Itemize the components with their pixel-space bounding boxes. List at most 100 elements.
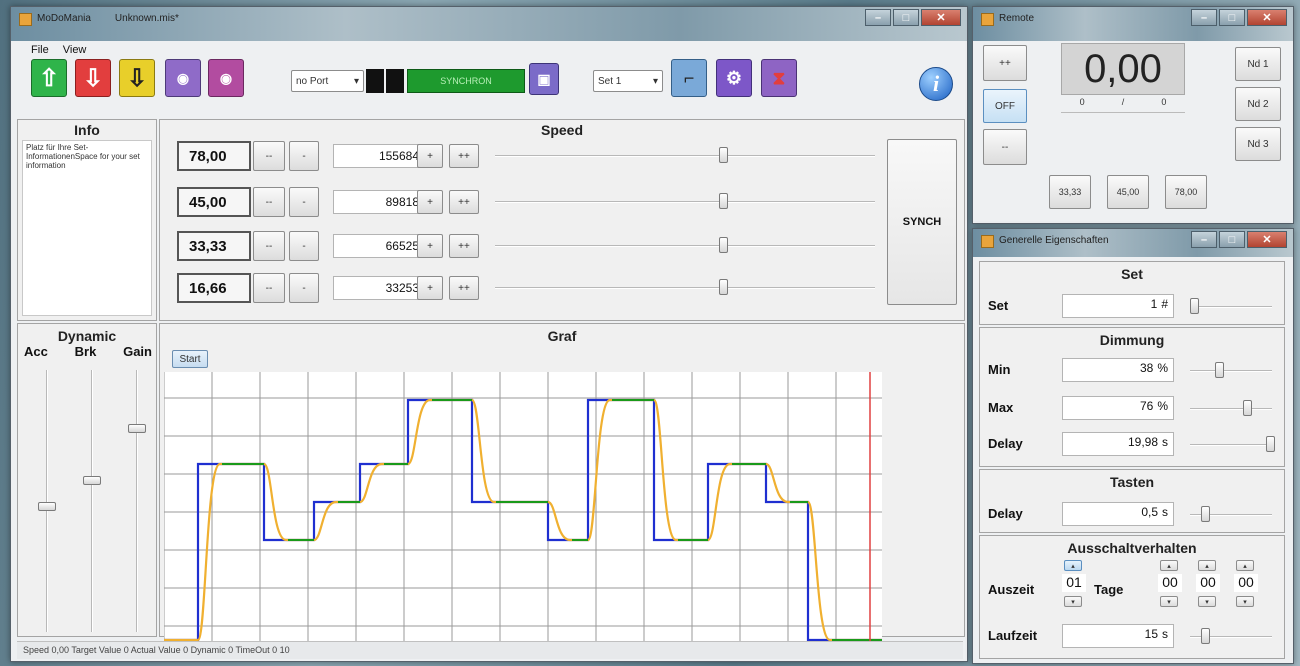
info-textbox[interactable]: Platz für Ihre Set-InformationenSpace fo… bbox=[22, 140, 152, 316]
speed-inc1-button-0[interactable]: + bbox=[417, 144, 443, 168]
minutes-value[interactable]: 00 bbox=[1196, 574, 1220, 592]
speed-count-field-2[interactable]: 66525 bbox=[333, 234, 425, 258]
remote-titlebar[interactable]: Remote – □ ✕ bbox=[973, 7, 1293, 41]
speed-slider-3[interactable] bbox=[719, 279, 728, 295]
remote-close-button[interactable]: ✕ bbox=[1247, 9, 1287, 26]
remote-maximize-button[interactable]: □ bbox=[1219, 9, 1245, 26]
speed-dec2-button-3[interactable]: -- bbox=[253, 273, 285, 303]
speed-dec2-button-1[interactable]: -- bbox=[253, 187, 285, 217]
menu-file[interactable]: File bbox=[31, 44, 49, 56]
speed-value-0: 78,00 bbox=[177, 141, 251, 171]
device-icon[interactable]: ▣ bbox=[529, 63, 559, 95]
set-field[interactable]: 1 # bbox=[1062, 294, 1174, 318]
ausschalt-title: Ausschaltverhalten bbox=[1067, 540, 1197, 556]
status-bar: Speed 0,00 Target Value 0 Actual Value 0… bbox=[17, 641, 963, 659]
synch-button[interactable]: SYNCH bbox=[887, 139, 957, 305]
seconds-down-button[interactable]: ▾ bbox=[1236, 596, 1254, 607]
speed-dec2-button-2[interactable]: -- bbox=[253, 231, 285, 261]
speed-inc1-button-3[interactable]: + bbox=[417, 276, 443, 300]
remote-off-button[interactable]: OFF bbox=[983, 89, 1027, 123]
gain-slider[interactable] bbox=[128, 423, 146, 433]
max-slider[interactable] bbox=[1243, 400, 1253, 416]
seconds-up-button[interactable]: ▴ bbox=[1236, 560, 1254, 571]
download-icon[interactable]: ⇩ bbox=[75, 59, 111, 97]
gears-icon[interactable]: ⚙ bbox=[716, 59, 752, 97]
minutes-down-button[interactable]: ▾ bbox=[1198, 596, 1216, 607]
download-rpm-icon[interactable]: ⇩ bbox=[119, 59, 155, 97]
main-titlebar[interactable]: MoDoMania Unknown.mis* – □ ✕ bbox=[11, 7, 967, 41]
days-down-button[interactable]: ▾ bbox=[1064, 596, 1082, 607]
days-up-button[interactable]: ▴ bbox=[1064, 560, 1082, 571]
turntable-config-icon[interactable]: ◉ bbox=[208, 59, 244, 97]
speed-33-button[interactable]: 33,33 bbox=[1049, 175, 1091, 209]
speed-slider-2[interactable] bbox=[719, 237, 728, 253]
min-slider[interactable] bbox=[1214, 362, 1224, 378]
remote-minimize-button[interactable]: – bbox=[1191, 9, 1217, 26]
min-field[interactable]: 38% bbox=[1062, 358, 1174, 382]
speed-inc2-button-1[interactable]: ++ bbox=[449, 190, 479, 214]
dimmung-title: Dimmung bbox=[1099, 332, 1165, 348]
speed-dec1-button-1[interactable]: - bbox=[289, 187, 319, 217]
remote-display: 0,00 bbox=[1061, 43, 1185, 95]
hours-value[interactable]: 00 bbox=[1158, 574, 1182, 592]
speed-dec2-button-0[interactable]: -- bbox=[253, 141, 285, 171]
tasten-delay-slider[interactable] bbox=[1200, 506, 1210, 522]
speed-count-field-1[interactable]: 89818 bbox=[333, 190, 425, 214]
days-value[interactable]: 01 bbox=[1062, 574, 1086, 592]
speed-78-button[interactable]: 78,00 bbox=[1165, 175, 1207, 209]
maximize-button[interactable]: □ bbox=[893, 9, 919, 26]
tonearm-icon[interactable]: ⌐ bbox=[671, 59, 707, 97]
turntable-xyz-icon[interactable]: ◉ bbox=[165, 59, 201, 97]
speed-inc1-button-1[interactable]: + bbox=[417, 190, 443, 214]
minutes-up-button[interactable]: ▴ bbox=[1198, 560, 1216, 571]
hours-up-button[interactable]: ▴ bbox=[1160, 560, 1178, 571]
remote-minus-button[interactable]: -- bbox=[983, 129, 1027, 165]
properties-titlebar[interactable]: Generelle Eigenschaften – □ ✕ bbox=[973, 229, 1293, 257]
start-button[interactable]: Start bbox=[172, 350, 208, 368]
dim-delay-field[interactable]: 19,98 s bbox=[1062, 432, 1174, 456]
max-field[interactable]: 76% bbox=[1062, 396, 1174, 420]
set-slider[interactable] bbox=[1190, 298, 1200, 314]
info-icon[interactable]: i bbox=[919, 67, 953, 101]
synchron-indicator: SYNCHRON bbox=[407, 69, 525, 93]
speed-count-field-0[interactable]: 155684 bbox=[333, 144, 425, 168]
speed-count-field-3[interactable]: 33253 bbox=[333, 276, 425, 300]
minimize-button[interactable]: – bbox=[865, 9, 891, 26]
speed-slider-0[interactable] bbox=[719, 147, 728, 163]
speed-slider-1[interactable] bbox=[719, 193, 728, 209]
chevron-down-icon: ▾ bbox=[652, 75, 658, 87]
remote-plusplus-button[interactable]: ++ bbox=[983, 45, 1027, 81]
set-select[interactable]: Set 1 ▾ bbox=[593, 70, 663, 92]
set-section: Set Set 1 # bbox=[979, 261, 1285, 325]
props-minimize-button[interactable]: – bbox=[1191, 231, 1217, 248]
speed-45-button[interactable]: 45,00 bbox=[1107, 175, 1149, 209]
nd3-button[interactable]: Nd 3 bbox=[1235, 127, 1281, 161]
speed-dec1-button-3[interactable]: - bbox=[289, 273, 319, 303]
speed-inc1-button-2[interactable]: + bbox=[417, 234, 443, 258]
speed-value-1: 45,00 bbox=[177, 187, 251, 217]
speed-inc2-button-2[interactable]: ++ bbox=[449, 234, 479, 258]
min-label: Min bbox=[988, 362, 1011, 377]
speed-dec1-button-2[interactable]: - bbox=[289, 231, 319, 261]
port-select[interactable]: no Port ▾ bbox=[291, 70, 364, 92]
upload-icon[interactable]: ⇧ bbox=[31, 59, 67, 97]
seconds-value[interactable]: 00 bbox=[1234, 574, 1258, 592]
speed-dec1-button-0[interactable]: - bbox=[289, 141, 319, 171]
brk-slider[interactable] bbox=[83, 476, 101, 486]
app-title: MoDoMania bbox=[37, 13, 91, 24]
laufzeit-slider[interactable] bbox=[1200, 628, 1210, 644]
acc-slider[interactable] bbox=[38, 502, 56, 512]
menu-view[interactable]: View bbox=[63, 44, 87, 56]
dim-delay-slider[interactable] bbox=[1266, 436, 1276, 452]
hours-down-button[interactable]: ▾ bbox=[1160, 596, 1178, 607]
props-maximize-button[interactable]: □ bbox=[1219, 231, 1245, 248]
speed-inc2-button-0[interactable]: ++ bbox=[449, 144, 479, 168]
nd1-button[interactable]: Nd 1 bbox=[1235, 47, 1281, 81]
props-close-button[interactable]: ✕ bbox=[1247, 231, 1287, 248]
nd2-button[interactable]: Nd 2 bbox=[1235, 87, 1281, 121]
tasten-delay-field[interactable]: 0,5 s bbox=[1062, 502, 1174, 526]
close-button[interactable]: ✕ bbox=[921, 9, 961, 26]
speed-inc2-button-3[interactable]: ++ bbox=[449, 276, 479, 300]
hourglass-icon[interactable]: ⧗ bbox=[761, 59, 797, 97]
laufzeit-field[interactable]: 15 s bbox=[1062, 624, 1174, 648]
